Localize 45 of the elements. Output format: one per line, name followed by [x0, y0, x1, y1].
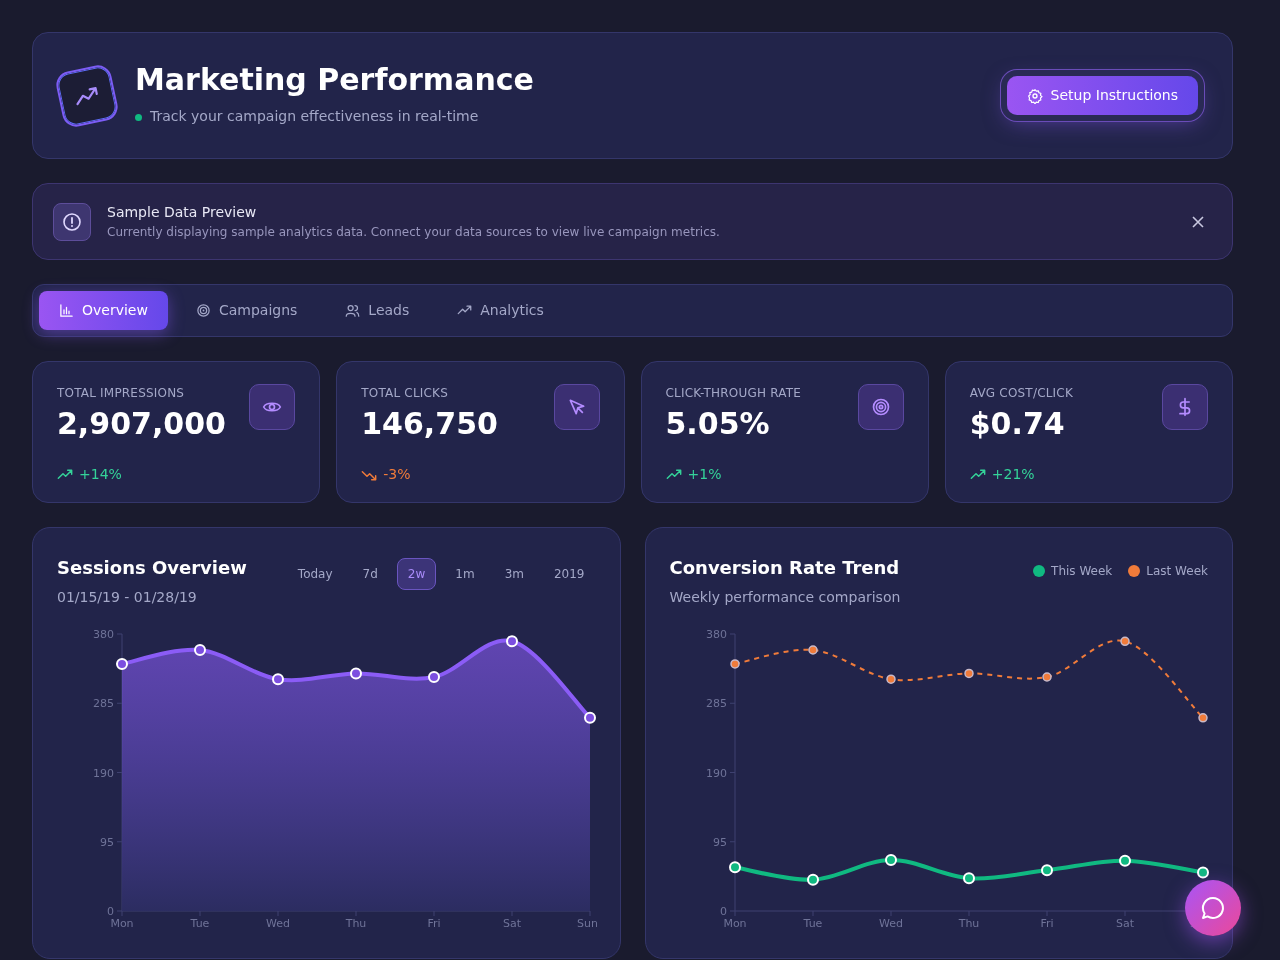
notice-text: Currently displaying sample analytics data. Connect your data sources to view live campaign metrics.: [107, 224, 721, 241]
x-axis-label: Sun: [577, 917, 597, 930]
date-range: 01/15/19 - 01/28/19: [57, 588, 198, 607]
x-axis-label: Tue: [803, 917, 822, 930]
stat-label: TOTAL CLICKS: [361, 385, 449, 402]
stat-value: 5.05%: [665, 406, 771, 442]
x-axis-label: Thu: [958, 917, 979, 930]
stat-label: CLICK-THROUGH RATE: [665, 385, 802, 402]
notice-title: Sample Data Preview: [107, 203, 258, 222]
y-axis-label: 0: [107, 905, 114, 918]
stat-change: +14%: [79, 465, 122, 484]
y-axis-label: 190: [705, 766, 727, 780]
y-axis-label: 380: [705, 628, 727, 641]
x-axis-label: Sat: [1115, 917, 1134, 930]
y-axis-label: 0: [719, 905, 727, 918]
stat-change: -3%: [383, 465, 411, 484]
y-axis-label: 380: [93, 628, 114, 641]
x-axis-label: Tue: [190, 917, 210, 930]
page-subtitle: Track your campaign effectiveness in real-time: [150, 106, 479, 126]
x-axis-label: Thu: [345, 917, 367, 930]
y-axis-label: 95: [100, 835, 114, 849]
y-axis-label: 190: [93, 766, 114, 780]
y-axis-label: 285: [705, 697, 727, 711]
y-axis-label: 95: [712, 835, 727, 849]
legend-label: This Week: [1051, 563, 1113, 580]
x-axis-label: Sat: [503, 917, 521, 930]
x-axis-label: Wed: [266, 917, 290, 930]
stat-change: +1%: [687, 465, 722, 484]
x-axis-label: Wed: [878, 917, 903, 930]
stat-value: 146,750: [361, 406, 498, 442]
chart-title: Conversion Rate Trend: [669, 556, 901, 580]
stat-value: 2,907,000: [57, 406, 226, 442]
page-title: Marketing Performance: [135, 63, 534, 96]
x-axis-label: Mon: [722, 917, 747, 930]
legend-label: Last Week: [1146, 563, 1208, 580]
stat-label: TOTAL IMPRESSIONS: [57, 385, 186, 402]
chart-subtitle: Weekly performance comparison: [669, 588, 901, 607]
x-axis-label: Mon: [110, 917, 134, 930]
x-axis-label: Fri: [427, 917, 441, 930]
stat-value: $0.74: [969, 406, 1066, 442]
chart-title: Sessions Overview: [57, 556, 247, 580]
x-axis-label: Fri: [1039, 917, 1054, 930]
stat-label: AVG COST/CLICK: [969, 385, 1073, 402]
y-axis-label: 285: [93, 697, 114, 711]
stat-change: +21%: [991, 465, 1035, 484]
